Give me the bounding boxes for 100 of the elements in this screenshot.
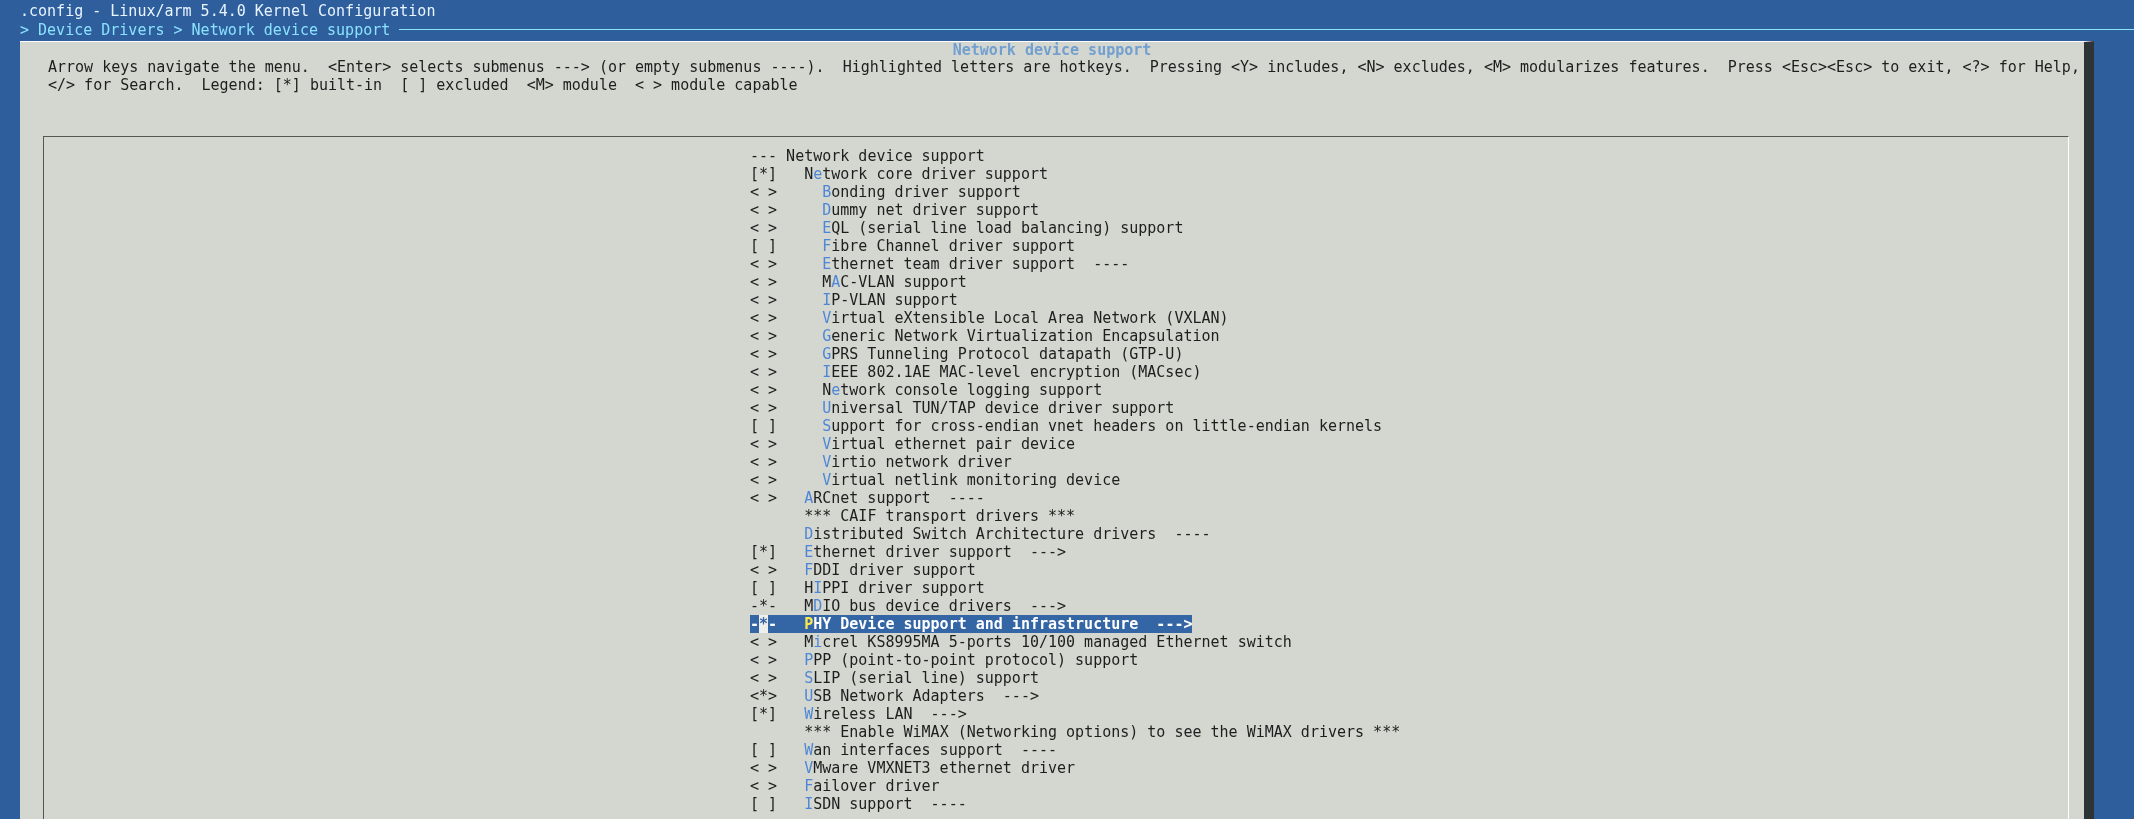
option-state-mark: -*- [750,615,778,633]
option-state-mark: < > [750,327,778,345]
menu-item-label: EQL (serial line load balancing) support [822,219,1184,237]
breadcrumb: > Device Drivers > Network device support [20,20,391,39]
menu-row[interactable]: < > Ethernet team driver support ---- [750,255,1130,273]
option-state-mark: < > [750,291,778,309]
option-state-mark: < > [750,669,778,687]
option-state-mark: < > [750,651,778,669]
help-text: </> for Search. Legend: [*] built-in [ ] excluded <M> module < > module capable [48,76,798,94]
option-state-mark: < > [750,309,778,327]
menu-item-label: Universal TUN/TAP device driver support [822,399,1175,417]
menu-row[interactable]: [*] Network core driver support [750,165,1048,183]
option-state-mark: < > [750,399,778,417]
window-title: .config - Linux/arm 5.4.0 Kernel Configuration [20,2,436,20]
menu-item-label: Dummy net driver support [822,201,1039,219]
option-state-mark: < > [750,633,778,651]
menu-item-label: IP-VLAN support [822,291,958,309]
menu-row[interactable]: < > Generic Network Virtualization Encapsulation [750,327,1220,345]
option-state-mark: < > [750,453,778,471]
menu-item-label: Bonding driver support [822,183,1021,201]
menu-row[interactable]: *** CAIF transport drivers *** [750,507,1076,525]
menu-item-label: Support for cross-endian vnet headers on little-endian kernels [822,417,1383,435]
option-state-mark: [ ] [750,795,778,813]
menu-row[interactable]: < > Virtio network driver [750,453,1012,471]
menu-row[interactable]: [ ] HIPPI driver support [750,579,985,597]
menu-item-label: MDIO bus device drivers ---> [804,597,1067,615]
menu-item-label: Wan interfaces support ---- [804,741,1058,759]
menu-row[interactable]: < > PPP (point-to-point protocol) support [750,651,1139,669]
menu-row[interactable]: [ ] Support for cross-endian vnet headers on little-endian kernels [750,417,1383,435]
menu-row[interactable]: < > ARCnet support ---- [750,489,985,507]
option-state-mark: < > [750,345,778,363]
menu-heading: --- Network device support [750,147,985,165]
menu-row[interactable]: < > EQL (serial line load balancing) support [750,219,1184,237]
highlighted-menu-row[interactable]: -*- PHY Device support and infrastructure ---> [750,615,1193,633]
menu-item-label: USB Network Adapters ---> [804,687,1039,705]
menu-item-label: Network core driver support [804,165,1048,183]
menu-item-label: PPP (point-to-point protocol) support [804,651,1139,669]
menu-item-label: Virtio network driver [822,453,1012,471]
option-state-mark: < > [750,201,778,219]
menu-row[interactable]: < > Micrel KS8995MA 5-ports 10/100 managed Ethernet switch [750,633,1292,651]
option-state-mark: <*> [750,687,778,705]
menu-item-label: FDDI driver support [804,561,976,579]
menu-row[interactable]: < > GPRS Tunneling Protocol datapath (GTP-U) [750,345,1184,363]
option-state-mark: [ ] [750,579,778,597]
menu-row[interactable]: < > Dummy net driver support [750,201,1039,219]
menu-item-label: Fibre Channel driver support [822,237,1076,255]
menu-item-label: Generic Network Virtualization Encapsulation [822,327,1220,345]
option-state-mark: [*] [750,165,778,183]
menu-item-label: Wireless LAN ---> [804,705,967,723]
menu-row[interactable]: -*- MDIO bus device drivers ---> [750,597,1067,615]
menu-row[interactable]: [*] Wireless LAN ---> [750,705,967,723]
menu-row[interactable]: [ ] Wan interfaces support ---- [750,741,1058,759]
comment-text: *** CAIF transport drivers *** [804,507,1076,525]
menu-item-label: Failover driver [804,777,940,795]
option-state-mark: < > [750,363,778,381]
help-text: Arrow keys navigate the menu. <Enter> selects submenus ---> (or empty submenus ----). Highlighted letters are hotkeys. Pressing <Y> includes, <N> excludes, <M> modularizes features. Press <Esc><Esc> to exit, <?> for Help, [48,58,2080,76]
menu-row[interactable]: < > Bonding driver support [750,183,1021,201]
menu-item-label: VMware VMXNET3 ethernet driver [804,759,1076,777]
option-state-mark: [*] [750,543,778,561]
menu-row[interactable]: < > Failover driver [750,777,940,795]
menu-item-label: PHY Device support and infrastructure ---> [804,615,1193,633]
menu-row[interactable]: < > VMware VMXNET3 ethernet driver [750,759,1076,777]
menu-item-label: HIPPI driver support [804,579,985,597]
menu-row[interactable]: < > FDDI driver support [750,561,976,579]
menu-row[interactable]: [ ] Fibre Channel driver support [750,237,1076,255]
option-state-mark: [*] [750,705,778,723]
menu-item-label: IEEE 802.1AE MAC-level encryption (MACsec) [822,363,1202,381]
menu-row[interactable]: < > Virtual netlink monitoring device [750,471,1121,489]
menu-row[interactable]: < > Virtual eXtensible Local Area Network (VXLAN) [750,309,1229,327]
option-state-mark: < > [750,435,778,453]
menu-item-label: Ethernet team driver support ---- [822,255,1130,273]
menu-row[interactable]: < > IP-VLAN support [750,291,958,309]
menu-item-label: Virtual eXtensible Local Area Network (VXLAN) [822,309,1229,327]
menu-row[interactable]: < > MAC-VLAN support [750,273,967,291]
menu-row[interactable]: < > Network console logging support [750,381,1103,399]
option-state-mark: -*- [750,597,778,615]
menu-item-label: GPRS Tunneling Protocol datapath (GTP-U) [822,345,1184,363]
menu-row[interactable]: < > SLIP (serial line) support [750,669,1039,687]
option-state-mark: < > [750,561,778,579]
menu-row[interactable]: < > Universal TUN/TAP device driver support [750,399,1175,417]
option-state-mark: < > [750,471,778,489]
menu-row[interactable]: [*] Ethernet driver support ---> [750,543,1067,561]
menu-item-label: Micrel KS8995MA 5-ports 10/100 managed Ethernet switch [804,633,1292,651]
menu-item-label: Network console logging support [822,381,1103,399]
menu-row[interactable]: [ ] ISDN support ---- [750,795,967,813]
menu-item-label: MAC-VLAN support [822,273,967,291]
menu-row[interactable]: < > IEEE 802.1AE MAC-level encryption (MACsec) [750,363,1202,381]
menu-row[interactable]: <*> USB Network Adapters ---> [750,687,1039,705]
menu-item-label: ARCnet support ---- [804,489,985,507]
option-state-mark: [ ] [750,237,778,255]
option-state-mark: [ ] [750,417,778,435]
dialog-title: Network device support [951,41,1153,59]
menu-item-label: ISDN support ---- [804,795,967,813]
option-state-mark: < > [750,381,778,399]
menu-row[interactable]: < > Virtual ethernet pair device [750,435,1076,453]
option-state-mark: < > [750,255,778,273]
option-state-mark: < > [750,489,778,507]
menu-item-label: Virtual ethernet pair device [822,435,1076,453]
option-state-mark: < > [750,219,778,237]
option-state-mark: < > [750,183,778,201]
